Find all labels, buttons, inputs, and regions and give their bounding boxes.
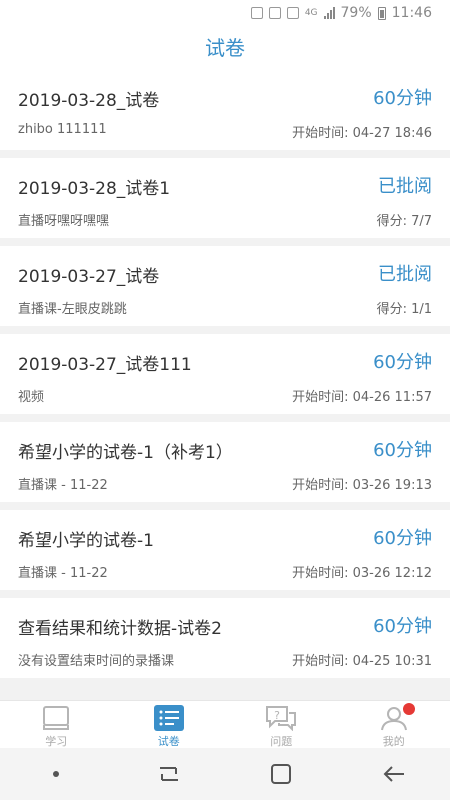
exam-item[interactable]: 希望小学的试卷-1（补考1） 60分钟 直播课 - 11-22 开始时间: 03… — [0, 422, 450, 502]
bottom-tab-bar: 学习 试卷 ? 问题 我的 — [0, 700, 450, 749]
exam-meta: 开始时间: 03-26 19:13 — [292, 478, 432, 493]
exam-meta: 开始时间: 04-26 11:57 — [292, 390, 432, 405]
tab-label: 问题 — [270, 735, 293, 748]
exam-status: 已批阅 — [378, 176, 432, 197]
tab-study[interactable]: 学习 — [0, 701, 113, 749]
tab-label: 我的 — [382, 735, 405, 748]
exam-status: 60分钟 — [373, 528, 432, 549]
exam-meta: 得分: 7/7 — [376, 214, 432, 229]
exam-item[interactable]: 2019-03-28_试卷 60分钟 zhibo 111111 开始时间: 04… — [0, 70, 450, 150]
battery-percent: 79% — [340, 5, 372, 21]
exam-meta: 开始时间: 03-26 12:12 — [292, 566, 432, 581]
tab-exams[interactable]: 试卷 — [113, 701, 226, 749]
exam-title: 希望小学的试卷-1 — [18, 531, 154, 551]
exam-status: 60分钟 — [373, 88, 432, 109]
exam-status: 60分钟 — [373, 352, 432, 373]
back-arrow-icon — [383, 766, 404, 782]
mute-icon — [268, 7, 281, 19]
recent-apps-icon — [159, 767, 178, 781]
tab-questions[interactable]: ? 问题 — [225, 701, 338, 749]
alarm-icon — [286, 7, 299, 19]
recent-apps-button[interactable] — [149, 759, 189, 789]
back-button[interactable] — [374, 759, 414, 789]
exam-meta: 开始时间: 04-27 18:46 — [292, 126, 432, 141]
svg-text:?: ? — [274, 709, 280, 722]
exam-item[interactable]: 2019-03-27_试卷 已批阅 直播课-左眼皮跳跳 得分: 1/1 — [0, 246, 450, 326]
exam-status: 已批阅 — [378, 264, 432, 285]
exam-title: 2019-03-27_试卷 — [18, 267, 160, 287]
exam-status: 60分钟 — [373, 440, 432, 461]
exam-item[interactable]: 查看结果和统计数据-试卷2 60分钟 没有设置结束时间的录播课 开始时间: 04… — [0, 598, 450, 678]
signal-icon — [323, 7, 335, 19]
battery-icon — [377, 6, 386, 20]
exam-course: 没有设置结束时间的录播课 — [18, 654, 175, 669]
dot-icon — [53, 771, 60, 777]
nav-dot-button[interactable] — [36, 759, 76, 789]
exam-title: 希望小学的试卷-1（补考1） — [18, 443, 233, 463]
exam-title: 2019-03-27_试卷111 — [18, 355, 192, 375]
clock: 11:46 — [391, 5, 432, 21]
tab-label: 试卷 — [157, 735, 180, 748]
exam-item[interactable]: 2019-03-28_试卷1 已批阅 直播呀嘿呀嘿嘿 得分: 7/7 — [0, 158, 450, 238]
exam-item[interactable]: 希望小学的试卷-1 60分钟 直播课 - 11-22 开始时间: 03-26 1… — [0, 510, 450, 590]
exam-course: 直播课 - 11-22 — [18, 478, 108, 493]
exam-status: 60分钟 — [373, 616, 432, 637]
exam-course: zhibo 111111 — [18, 122, 107, 137]
notification-icon — [250, 7, 263, 19]
status-bar: 4G 79% 11:46 — [0, 0, 450, 26]
home-icon — [271, 764, 292, 784]
exam-course: 直播呀嘿呀嘿嘿 — [18, 214, 110, 229]
book-icon — [43, 706, 70, 730]
tab-profile[interactable]: 我的 — [338, 701, 450, 749]
network-type: 4G — [304, 7, 318, 18]
exam-list-icon — [153, 705, 184, 731]
exam-title: 2019-03-28_试卷 — [18, 91, 160, 111]
exam-course: 直播课 - 11-22 — [18, 566, 108, 581]
system-navigation-bar — [0, 748, 450, 800]
exam-title: 2019-03-28_试卷1 — [18, 179, 171, 199]
home-button[interactable] — [261, 759, 301, 789]
tab-label: 学习 — [45, 735, 68, 748]
exam-course: 直播课-左眼皮跳跳 — [18, 302, 127, 317]
exam-list: 2019-03-28_试卷 60分钟 zhibo 111111 开始时间: 04… — [0, 70, 450, 686]
notification-badge — [402, 703, 415, 715]
question-chat-icon: ? — [266, 706, 297, 731]
exam-title: 查看结果和统计数据-试卷2 — [18, 619, 222, 639]
exam-course: 视频 — [18, 390, 45, 405]
exam-meta: 得分: 1/1 — [376, 302, 432, 317]
exam-item[interactable]: 2019-03-27_试卷111 60分钟 视频 开始时间: 04-26 11:… — [0, 334, 450, 414]
page-title: 试卷 — [0, 26, 450, 70]
exam-meta: 开始时间: 04-25 10:31 — [292, 654, 432, 669]
